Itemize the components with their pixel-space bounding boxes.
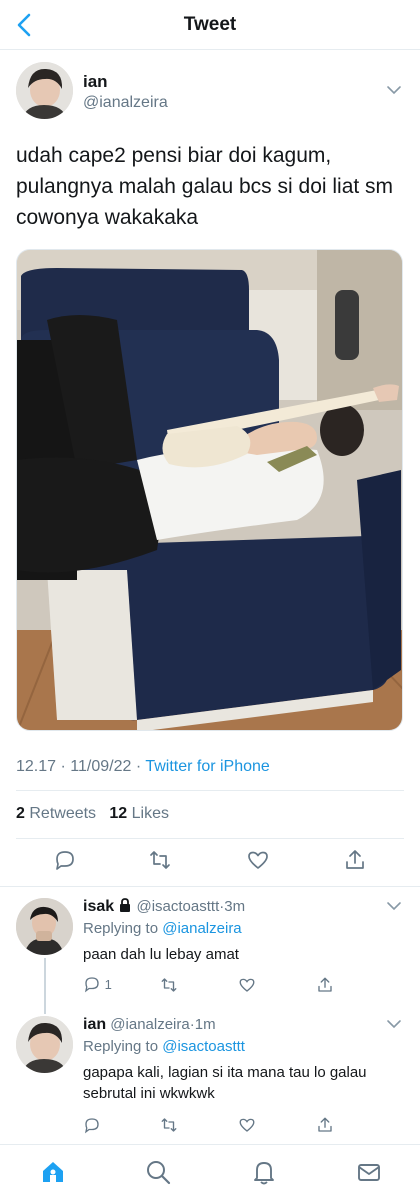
- reply-author-name[interactable]: ian: [83, 1016, 106, 1033]
- retweet-icon[interactable]: [160, 975, 178, 995]
- reply-button[interactable]: 1: [83, 975, 112, 995]
- avatar[interactable]: [16, 62, 73, 119]
- replying-to-link[interactable]: @isactoasttt: [162, 1038, 245, 1055]
- tweet-date: 11/09/22: [70, 758, 132, 775]
- replying-to: Replying to @isactoasttt: [83, 1038, 245, 1055]
- chevron-down-icon[interactable]: [386, 84, 402, 96]
- author-handle[interactable]: @ianalzeira: [83, 94, 168, 112]
- like-icon[interactable]: [238, 975, 256, 995]
- reply-author-handle[interactable]: @ianalzeira: [110, 1016, 189, 1033]
- meta-separator: ·: [135, 758, 142, 775]
- reply-author-handle[interactable]: @isactoasttt: [136, 898, 219, 915]
- photo-illustration: [17, 250, 402, 730]
- author-name[interactable]: ian: [83, 72, 108, 92]
- share-icon[interactable]: [316, 975, 334, 995]
- avatar[interactable]: [16, 898, 73, 955]
- replying-to: Replying to @ianalzeira: [83, 920, 242, 937]
- top-bar: Tweet: [0, 0, 420, 50]
- reply-age: 1m: [194, 1016, 216, 1033]
- retweet-icon[interactable]: [160, 1115, 178, 1135]
- reply-text: paan dah lu lebay amat: [83, 946, 239, 963]
- likes-stat[interactable]: 12 Likes: [109, 805, 169, 822]
- replying-to-link[interactable]: @ianalzeira: [162, 920, 241, 937]
- reply-header: ian @ianalzeira·1m: [83, 1016, 216, 1033]
- reply-author-name[interactable]: isak: [83, 898, 114, 915]
- share-icon[interactable]: [316, 1115, 334, 1135]
- reply-age: 3m: [224, 898, 246, 915]
- reply-actions: 1: [83, 975, 383, 999]
- tweet-actions: [0, 848, 420, 878]
- home-icon[interactable]: [39, 1158, 67, 1186]
- reply-actions: [83, 1115, 383, 1139]
- reply-header: isak @isactoasttt·3m: [83, 898, 246, 915]
- reply-item[interactable]: ian @ianalzeira·1m Replying to @isactoas…: [16, 1016, 406, 1136]
- chevron-down-icon[interactable]: [386, 1018, 402, 1030]
- tweet-photo[interactable]: [16, 249, 403, 731]
- divider: [16, 790, 404, 791]
- tweet-time: 12.17: [16, 758, 57, 775]
- divider: [0, 886, 420, 887]
- tweet-timestamp: 12.17 · 11/09/22 · Twitter for iPhone: [16, 758, 270, 776]
- tweet-stats: 2 Retweets 12 Likes: [16, 805, 169, 823]
- page-title: Tweet: [183, 14, 237, 35]
- retweets-stat[interactable]: 2 Retweets: [16, 805, 96, 822]
- divider: [16, 838, 404, 839]
- reply-icon[interactable]: [53, 848, 77, 872]
- reply-count: 1: [104, 977, 112, 992]
- reply-text: gapapa kali, lagian si ita mana tau lo g…: [83, 1064, 367, 1102]
- reply-item[interactable]: isak @isactoasttt·3m Replying to @ianalz…: [16, 898, 406, 998]
- thread-line: [44, 958, 46, 1014]
- tweet-text: udah cape2 pensi biar doi kagum, pulangn…: [16, 144, 394, 229]
- share-icon[interactable]: [343, 848, 367, 872]
- mail-icon[interactable]: [355, 1158, 383, 1186]
- reply-icon[interactable]: [83, 1115, 101, 1135]
- like-icon[interactable]: [238, 1115, 256, 1135]
- tweet-source-link[interactable]: Twitter for iPhone: [145, 758, 270, 775]
- reply-icon: [84, 977, 99, 993]
- lock-icon: [120, 898, 131, 912]
- like-icon[interactable]: [246, 848, 270, 872]
- retweet-icon[interactable]: [148, 848, 172, 872]
- bell-icon[interactable]: [250, 1158, 278, 1186]
- tweet-author: ian @ianalzeira: [16, 62, 406, 122]
- search-icon[interactable]: [144, 1158, 172, 1186]
- chevron-down-icon[interactable]: [386, 900, 402, 912]
- avatar[interactable]: [16, 1016, 73, 1073]
- meta-separator: ·: [60, 758, 66, 775]
- bottom-tab-bar: [0, 1144, 420, 1200]
